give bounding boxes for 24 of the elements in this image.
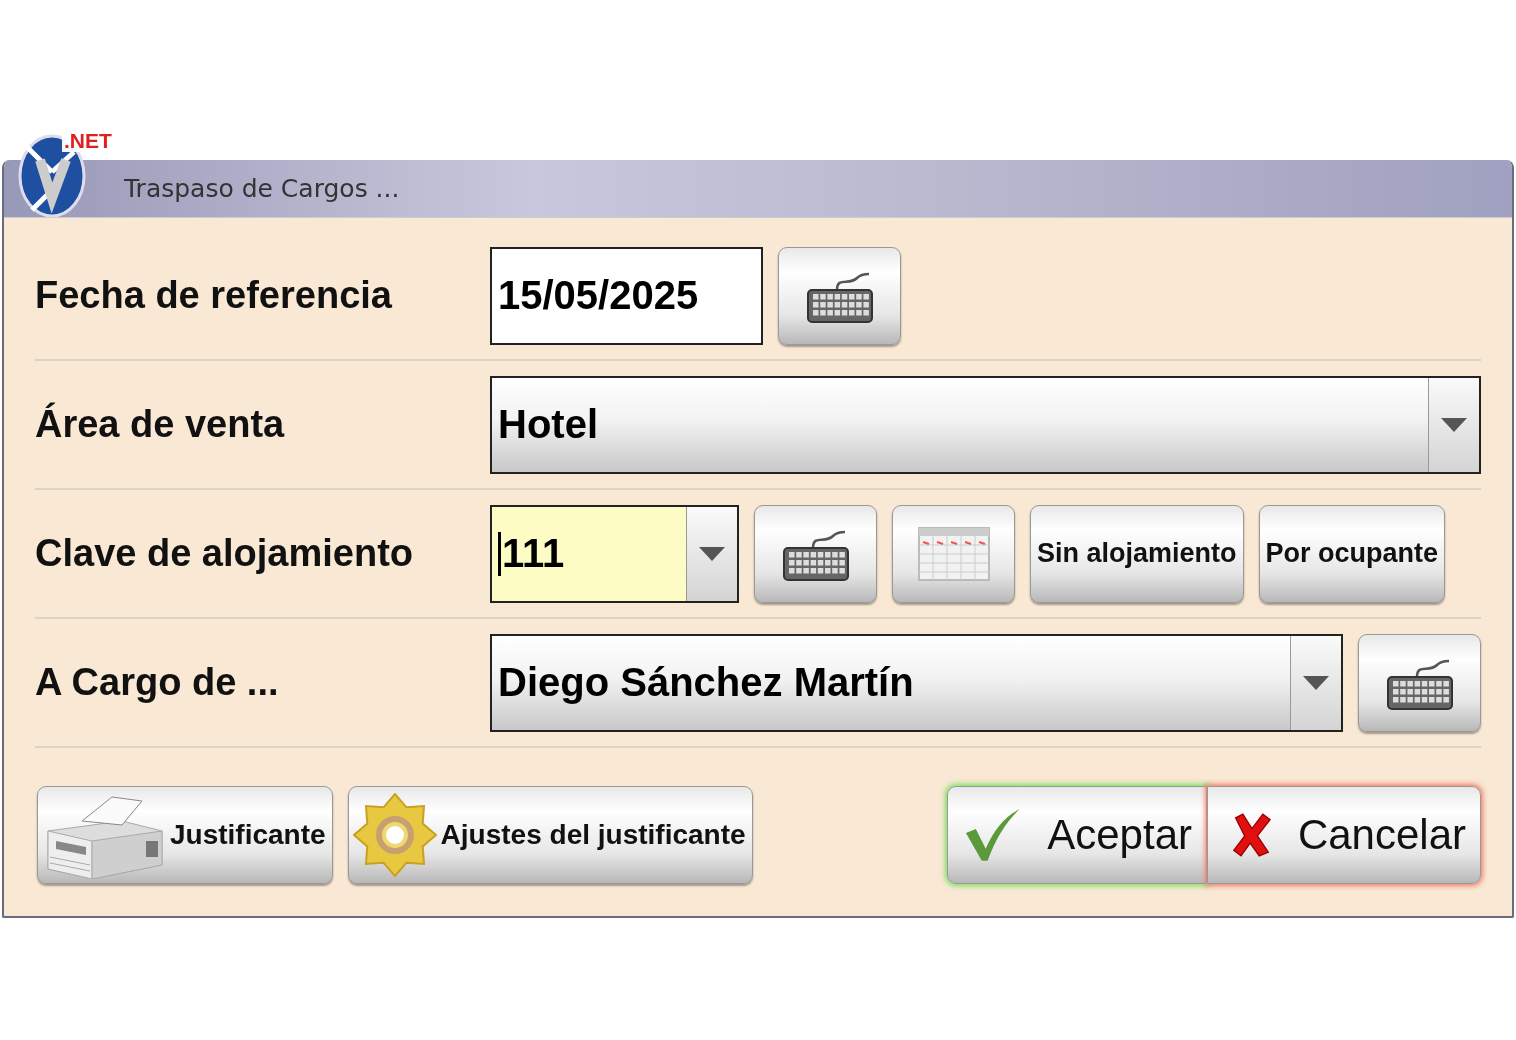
dropdown-arrow-icon (1441, 417, 1467, 432)
date-field[interactable]: 15/05/2025 (490, 246, 763, 345)
accept-button[interactable]: Aceptar (947, 786, 1207, 884)
keyboard-button[interactable] (778, 246, 901, 345)
dropdown-field[interactable]: Diego Sánchez Martín (490, 633, 1343, 732)
field-label: Clave de alojamiento (35, 532, 414, 575)
calendar-icon (916, 525, 991, 582)
dropdown-arrow-icon (699, 546, 725, 561)
option-button[interactable]: Sin alojamiento (1030, 504, 1244, 603)
gear-icon (352, 793, 437, 877)
field-label: Fecha de referencia (35, 274, 393, 317)
option-button[interactable]: Por ocupante (1258, 504, 1446, 603)
dropdown-arrow-icon (1303, 675, 1329, 690)
settings-button[interactable]: Ajustes del justificante (347, 786, 753, 884)
field-label: A Cargo de ... (35, 661, 280, 704)
print-receipt-button[interactable]: Justificante (37, 786, 333, 884)
dropdown-field[interactable]: Hotel (490, 375, 1481, 474)
keyboard-button[interactable] (1358, 633, 1481, 732)
cancel-button[interactable]: Cancelar (1207, 786, 1481, 884)
calendar-button[interactable] (892, 504, 1015, 603)
keyboard-button[interactable] (754, 504, 877, 603)
dropdown-field[interactable]: 111 (490, 504, 739, 603)
window-title: Traspaso de Cargos ... (124, 174, 400, 203)
field-label: Área de venta (35, 403, 286, 446)
